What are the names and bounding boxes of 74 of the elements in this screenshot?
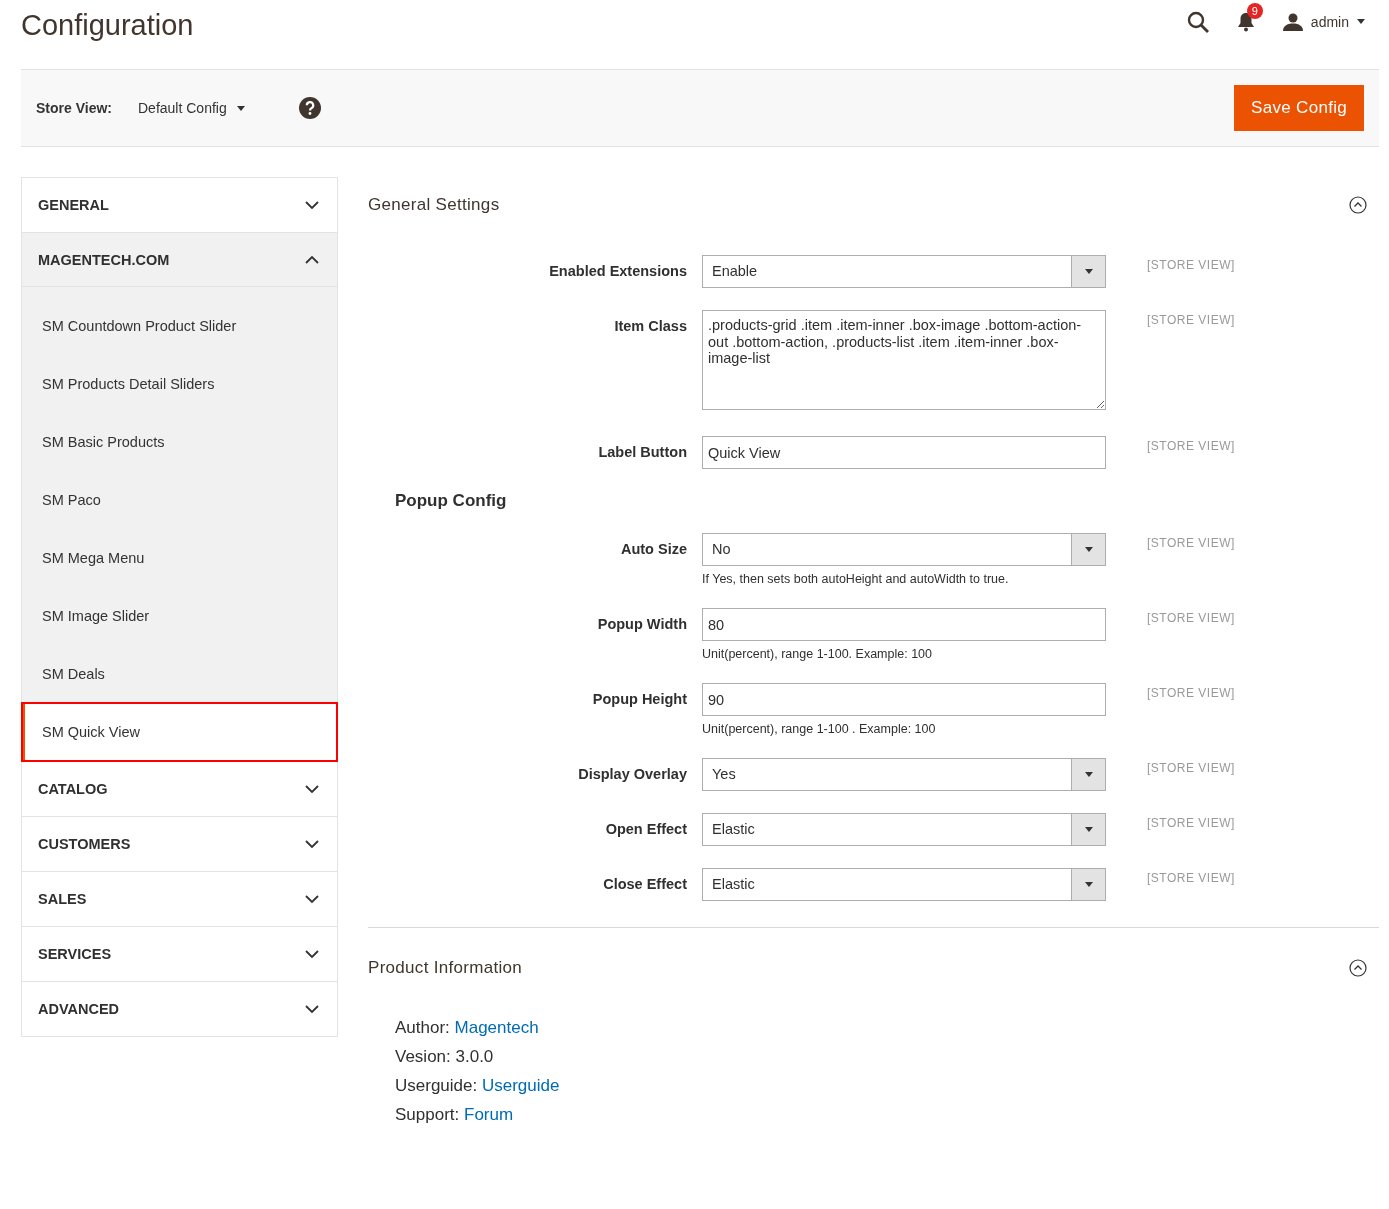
store-view-label: Store View: [36, 100, 112, 116]
info-link[interactable]: Userguide [481, 1076, 560, 1095]
caret-icon [1084, 772, 1093, 777]
sidebar-section[interactable]: MAGENTECH.COM [22, 233, 337, 287]
save-config-button[interactable]: Save Config [1234, 85, 1364, 131]
caret-icon [1084, 269, 1093, 274]
scope-label: [STORE VIEW] [1146, 257, 1235, 272]
store-view-dropdown[interactable]: Default Config [138, 100, 245, 116]
info-line: Author: Magentech [395, 1018, 540, 1038]
chevron-down-icon [305, 784, 319, 794]
sidebar-item[interactable]: SM Deals [22, 645, 337, 703]
select-field[interactable]: Elastic [702, 813, 1106, 846]
notification-badge: 9 [1246, 2, 1263, 19]
sidebar-item[interactable]: SM Products Detail Sliders [22, 355, 337, 413]
chevron-down-icon [305, 1004, 319, 1014]
info-link[interactable]: Forum [464, 1105, 514, 1124]
field-label: Display Overlay [577, 765, 687, 784]
field-label: Open Effect [604, 820, 687, 839]
field-label: Close Effect [602, 875, 687, 894]
section-header[interactable]: Product Information [368, 940, 1379, 996]
scope-label: [STORE VIEW] [1146, 312, 1235, 327]
textarea-field[interactable]: .products-grid .item .item-inner .box-image .bottom-action-out .bottom-action, .products-list .item .item-inner .box-image-list [702, 310, 1106, 410]
caret-icon [1357, 19, 1365, 24]
field-label: Auto Size [619, 540, 687, 559]
field-label: Label Button [597, 443, 687, 462]
select-field[interactable]: Enable [702, 255, 1106, 288]
scope-label: [STORE VIEW] [1146, 870, 1235, 885]
chevron-down-icon [305, 949, 319, 959]
field-hint: Unit(percent), range 1-100 . Example: 100 [702, 722, 937, 736]
sidebar-item[interactable]: SM Basic Products [22, 413, 337, 471]
field-label: Popup Height [591, 690, 687, 709]
scope-label: [STORE VIEW] [1146, 815, 1235, 830]
group-title: Popup Config [395, 491, 508, 511]
help-icon[interactable] [298, 97, 321, 119]
chevron-down-icon [305, 839, 319, 849]
sidebar-item[interactable]: SM Image Slider [22, 587, 337, 645]
info-line: Support: Forum [395, 1105, 515, 1125]
scope-label: [STORE VIEW] [1146, 610, 1235, 625]
info-line: Vesion: 3.0.0 [395, 1047, 495, 1067]
sidebar-item[interactable]: SM Paco [22, 471, 337, 529]
search-icon[interactable] [1186, 10, 1209, 33]
collapse-icon [1349, 196, 1367, 214]
chevron-down-icon [305, 894, 319, 904]
info-link[interactable]: Magentech [454, 1018, 539, 1037]
caret-icon [1084, 547, 1093, 552]
info-line: Userguide: Userguide [395, 1076, 561, 1096]
user-icon [1282, 12, 1303, 31]
field-hint: Unit(percent), range 1-100. Example: 100 [702, 647, 933, 661]
sidebar-item[interactable]: SM Mega Menu [22, 529, 337, 587]
select-field[interactable]: No [702, 533, 1106, 566]
input-field[interactable]: 90 [702, 683, 1106, 716]
sidebar-item[interactable]: SM Quick View [22, 703, 337, 761]
input-field[interactable]: 80 [702, 608, 1106, 641]
field-hint: If Yes, then sets both autoHeight and autoWidth to true. [702, 572, 1010, 586]
chevron-down-icon [305, 200, 319, 210]
select-field[interactable]: Yes [702, 758, 1106, 791]
caret-icon [236, 105, 245, 111]
scope-label: [STORE VIEW] [1146, 535, 1235, 550]
caret-icon [1084, 882, 1093, 887]
field-label: Popup Width [596, 615, 687, 634]
input-field[interactable]: Quick View [702, 436, 1106, 469]
page-title: Configuration [21, 9, 194, 43]
sidebar-item[interactable]: SM Countdown Product Slider [22, 297, 337, 355]
collapse-icon [1349, 959, 1367, 977]
field-label: Enabled Extensions [548, 262, 687, 281]
select-field[interactable]: Elastic [702, 868, 1106, 901]
user-menu[interactable]: admin [1282, 12, 1365, 31]
field-label: Item Class [613, 317, 687, 336]
chevron-up-icon [305, 255, 319, 264]
scope-label: [STORE VIEW] [1146, 685, 1235, 700]
caret-icon [1084, 827, 1093, 832]
scope-label: [STORE VIEW] [1146, 760, 1235, 775]
section-header[interactable]: General Settings [368, 177, 1379, 233]
scope-label: [STORE VIEW] [1146, 438, 1235, 453]
